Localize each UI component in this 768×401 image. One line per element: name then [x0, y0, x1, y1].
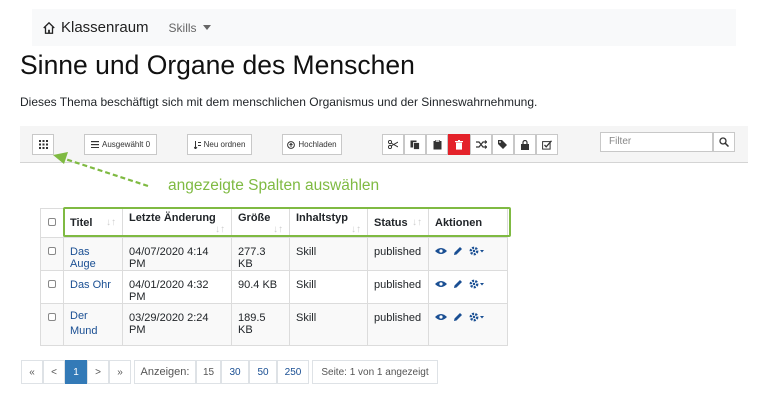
- actions-cell: [428, 270, 508, 304]
- col-actions-label: Aktionen: [435, 217, 483, 229]
- modified-cell: 03/29/2020 2:24 PM: [122, 303, 232, 346]
- modified-cell: 04/07/2020 4:14 PM: [122, 237, 232, 271]
- table-row: Das Ohr 04/01/2020 4:32 PM 90.4 KB Skill…: [40, 270, 508, 304]
- modified-cell: 04/01/2020 4:32 PM: [122, 270, 232, 304]
- col-last-modified[interactable]: Letzte Änderung ↓↑: [122, 208, 232, 238]
- page-size-15[interactable]: 15: [196, 360, 221, 384]
- current-page-button[interactable]: 1: [65, 360, 87, 384]
- gear-icon[interactable]: [469, 246, 484, 256]
- title-cell: Das Ohr: [63, 270, 123, 304]
- table-row: Das Auge 04/07/2020 4:14 PM 277.3 KB Ski…: [40, 237, 508, 271]
- first-page-button[interactable]: «: [21, 360, 43, 384]
- col-content-type[interactable]: Inhaltstyp ↓↑: [289, 208, 368, 238]
- annotation-hint: angezeigte Spalten auswählen: [168, 177, 380, 194]
- page-size-label: Anzeigen:: [134, 360, 196, 384]
- size-cell: 277.3 KB: [231, 237, 290, 271]
- page-size-250[interactable]: 250: [277, 360, 309, 384]
- col-title[interactable]: Titel ↓↑: [63, 208, 123, 238]
- col-actions: Aktionen: [428, 208, 508, 238]
- col-content-type-label: Inhaltstyp: [296, 211, 348, 224]
- item-title-link[interactable]: Das Ohr: [70, 279, 111, 291]
- type-cell: Skill: [289, 237, 368, 271]
- item-title-link[interactable]: Das Auge: [70, 246, 96, 270]
- table-row: Der Mund 03/29/2020 2:24 PM 189.5 KB Ski…: [40, 303, 508, 346]
- eye-icon[interactable]: [435, 313, 447, 321]
- select-all-cell[interactable]: [40, 208, 64, 238]
- select-all-checkbox[interactable]: [48, 218, 56, 226]
- table-header-row: Titel ↓↑ Letzte Änderung ↓↑ Größe ↓↑ Inhalt…: [40, 208, 508, 238]
- type-cell: Skill: [289, 270, 368, 304]
- row-checkbox[interactable]: [48, 313, 56, 321]
- status-cell: published: [367, 237, 429, 271]
- row-select-cell: [40, 237, 64, 271]
- col-size-label: Größe: [238, 211, 271, 224]
- col-last-modified-label: Letzte Änderung: [129, 211, 216, 224]
- actions-cell: [428, 237, 508, 271]
- status-cell: published: [367, 303, 429, 346]
- col-status[interactable]: Status ↓↑: [367, 208, 429, 238]
- page-size-50[interactable]: 50: [249, 360, 277, 384]
- size-cell: 90.4 KB: [231, 270, 290, 304]
- col-status-label: Status: [374, 217, 408, 229]
- row-select-cell: [40, 270, 64, 304]
- gear-icon[interactable]: [469, 279, 484, 289]
- pencil-icon[interactable]: [453, 312, 463, 322]
- col-title-label: Titel: [70, 217, 93, 229]
- row-checkbox[interactable]: [48, 247, 56, 255]
- sort-icon: ↓↑: [215, 223, 225, 235]
- content-table: Titel ↓↑ Letzte Änderung ↓↑ Größe ↓↑ Inhalt…: [40, 208, 508, 346]
- page-size-30[interactable]: 30: [221, 360, 249, 384]
- row-checkbox[interactable]: [48, 280, 56, 288]
- item-title-link[interactable]: Der Mund: [70, 310, 98, 337]
- page-info: Seite: 1 von 1 angezeigt: [312, 360, 438, 384]
- title-cell: Der Mund: [63, 303, 123, 346]
- row-select-cell: [40, 303, 64, 346]
- gear-icon[interactable]: [469, 312, 484, 322]
- last-page-button[interactable]: »: [109, 360, 131, 384]
- next-page-button[interactable]: >: [87, 360, 109, 384]
- sort-icon: ↓↑: [351, 223, 361, 235]
- title-cell: Das Auge: [63, 237, 123, 271]
- size-cell: 189.5 KB: [231, 303, 290, 346]
- eye-icon[interactable]: [435, 247, 447, 255]
- col-size[interactable]: Größe ↓↑: [231, 208, 290, 238]
- sort-icon: ↓↑: [273, 223, 283, 235]
- type-cell: Skill: [289, 303, 368, 346]
- actions-cell: [428, 303, 508, 346]
- pencil-icon[interactable]: [453, 279, 463, 289]
- status-cell: published: [367, 270, 429, 304]
- eye-icon[interactable]: [435, 280, 447, 288]
- sort-icon: ↓↑: [412, 217, 422, 228]
- pencil-icon[interactable]: [453, 246, 463, 256]
- sort-icon: ↓↑: [106, 217, 116, 228]
- prev-page-button[interactable]: <: [43, 360, 65, 384]
